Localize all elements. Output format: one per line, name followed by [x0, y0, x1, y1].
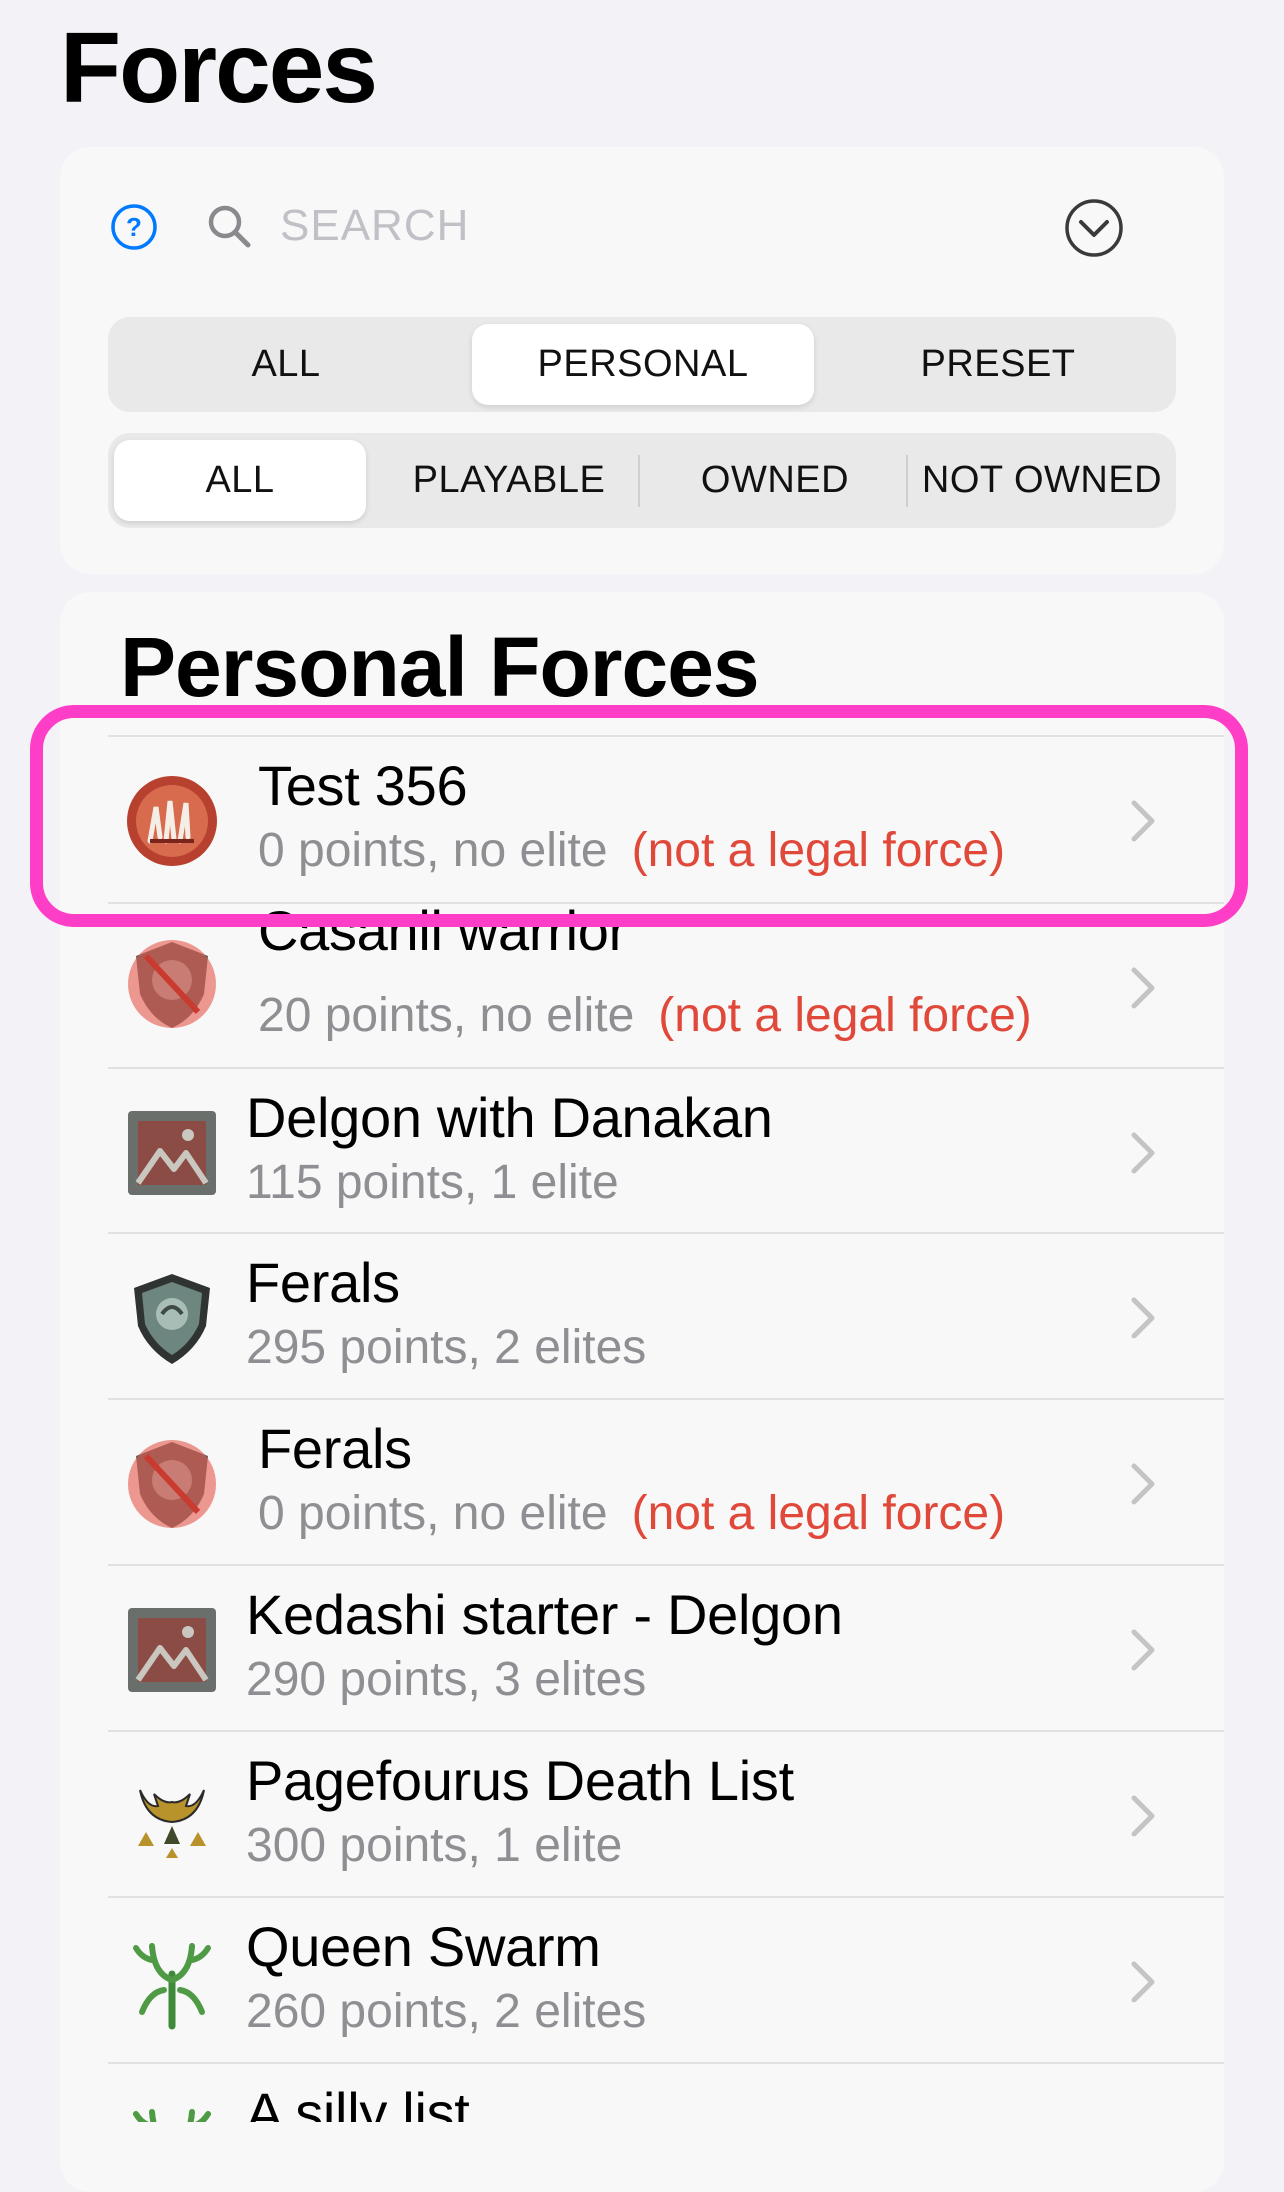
force-name: Ferals: [258, 1417, 412, 1480]
force-summary: 260 points, 2 elites: [246, 1984, 646, 2039]
section-title: Personal Forces: [120, 620, 760, 714]
stone-tablet-icon: [128, 1111, 216, 1195]
chevron-right-icon: [1131, 1132, 1155, 1174]
force-name: Kedashi starter - Delgon: [246, 1583, 843, 1646]
segment-owned[interactable]: OWNED: [642, 433, 908, 528]
segment-all-ownership[interactable]: ALL: [114, 433, 366, 528]
force-name: A silly list: [246, 2081, 470, 2122]
force-row[interactable]: Casanii warrior 20 points, no elite (not …: [108, 899, 1224, 1069]
segment-all-sources[interactable]: ALL: [108, 317, 464, 412]
page-title: Forces: [60, 12, 378, 124]
help-icon[interactable]: ?: [110, 203, 158, 251]
chevron-right-icon: [1131, 800, 1155, 842]
svg-text:?: ?: [126, 212, 142, 242]
segment-playable[interactable]: PLAYABLE: [376, 433, 642, 528]
force-name: Queen Swarm: [246, 1915, 601, 1978]
shield-icon: [134, 1274, 210, 1364]
force-summary: 0 points, no elite (not a legal force): [258, 1486, 1005, 1541]
chevron-right-icon: [1131, 1961, 1155, 2003]
legal-status: (not a legal force): [631, 1487, 1006, 1540]
force-points: 260 points, 2 elites: [246, 1985, 647, 2038]
search-icon: [208, 205, 251, 248]
force-summary: 20 points, no elite (not a legal force): [258, 988, 1032, 1043]
search-input[interactable]: [280, 196, 980, 256]
force-name: Ferals: [246, 1251, 400, 1314]
green-antlers-emblem-icon: [133, 2109, 211, 2122]
chevron-down-circle-icon[interactable]: [1063, 197, 1125, 259]
segment-label: ALL: [205, 459, 275, 501]
segment-label: PRESET: [920, 343, 1076, 385]
green-antlers-emblem-icon: [133, 1943, 211, 2030]
force-points: 115 points, 1 elite: [246, 1156, 619, 1209]
force-summary: 295 points, 2 elites: [246, 1320, 646, 1375]
force-summary: 115 points, 1 elite: [246, 1155, 619, 1210]
force-points: 290 points, 3 elites: [246, 1653, 647, 1706]
force-row[interactable]: Ferals 295 points, 2 elites: [108, 1232, 1224, 1399]
force-points: 0 points, no elite: [258, 1487, 608, 1540]
crossed-out-shield-icon: [128, 1440, 216, 1528]
segment-not-owned[interactable]: NOT OWNED: [908, 433, 1176, 528]
segment-label: NOT OWNED: [921, 459, 1163, 501]
chevron-right-icon: [1131, 1795, 1155, 1837]
chevron-right-icon: [1131, 1463, 1155, 1505]
crossed-out-shield-icon: [128, 940, 216, 1028]
segment-label: ALL: [251, 343, 321, 385]
force-row[interactable]: Test 356 0 points, no elite (not a legal …: [108, 735, 1224, 902]
force-summary: 290 points, 3 elites: [246, 1652, 646, 1707]
gold-horns-emblem-icon: [138, 1789, 206, 1858]
red-claw-emblem-icon: [127, 776, 217, 866]
force-points: 295 points, 2 elites: [246, 1321, 647, 1374]
chevron-right-icon: [1131, 967, 1155, 1009]
force-summary: 300 points, 1 elite: [246, 1818, 622, 1873]
segment-preset[interactable]: PRESET: [820, 317, 1176, 412]
segment-personal[interactable]: PERSONAL: [472, 317, 814, 412]
force-row[interactable]: Ferals 0 points, no elite (not a legal fo…: [108, 1398, 1224, 1565]
segment-label: PERSONAL: [537, 343, 749, 385]
segment-divider: [638, 455, 640, 507]
force-summary: 0 points, no elite (not a legal force): [258, 823, 1005, 878]
legal-status: (not a legal force): [631, 824, 1006, 877]
force-points: 300 points, 1 elite: [246, 1819, 623, 1872]
segment-label: PLAYABLE: [412, 459, 606, 501]
force-row[interactable]: Delgon with Danakan 115 points, 1 elite: [108, 1067, 1224, 1234]
force-points: 20 points, no elite: [258, 989, 635, 1042]
segment-label: OWNED: [700, 459, 850, 501]
force-row[interactable]: Pagefourus Death List 300 points, 1 elit…: [108, 1730, 1224, 1897]
source-segmented-control: ALL PERSONAL PRESET: [108, 317, 1176, 412]
force-name: Pagefourus Death List: [246, 1749, 794, 1812]
stone-tablet-icon: [128, 1608, 216, 1692]
force-name: Casanii warrior: [258, 899, 627, 962]
force-row[interactable]: Queen Swarm 260 points, 2 elites: [108, 1896, 1224, 2063]
chevron-right-icon: [1131, 1629, 1155, 1671]
chevron-right-icon: [1131, 1297, 1155, 1339]
force-row[interactable]: Kedashi starter - Delgon 290 points, 3 e…: [108, 1564, 1224, 1731]
force-name: Test 356: [258, 754, 468, 817]
ownership-segmented-control: ALL PLAYABLE OWNED NOT OWNED: [108, 433, 1176, 528]
legal-status: (not a legal force): [658, 989, 1032, 1042]
force-points: 0 points, no elite: [258, 824, 608, 877]
force-row[interactable]: A silly list: [108, 2062, 1224, 2122]
force-name: Delgon with Danakan: [246, 1086, 773, 1149]
